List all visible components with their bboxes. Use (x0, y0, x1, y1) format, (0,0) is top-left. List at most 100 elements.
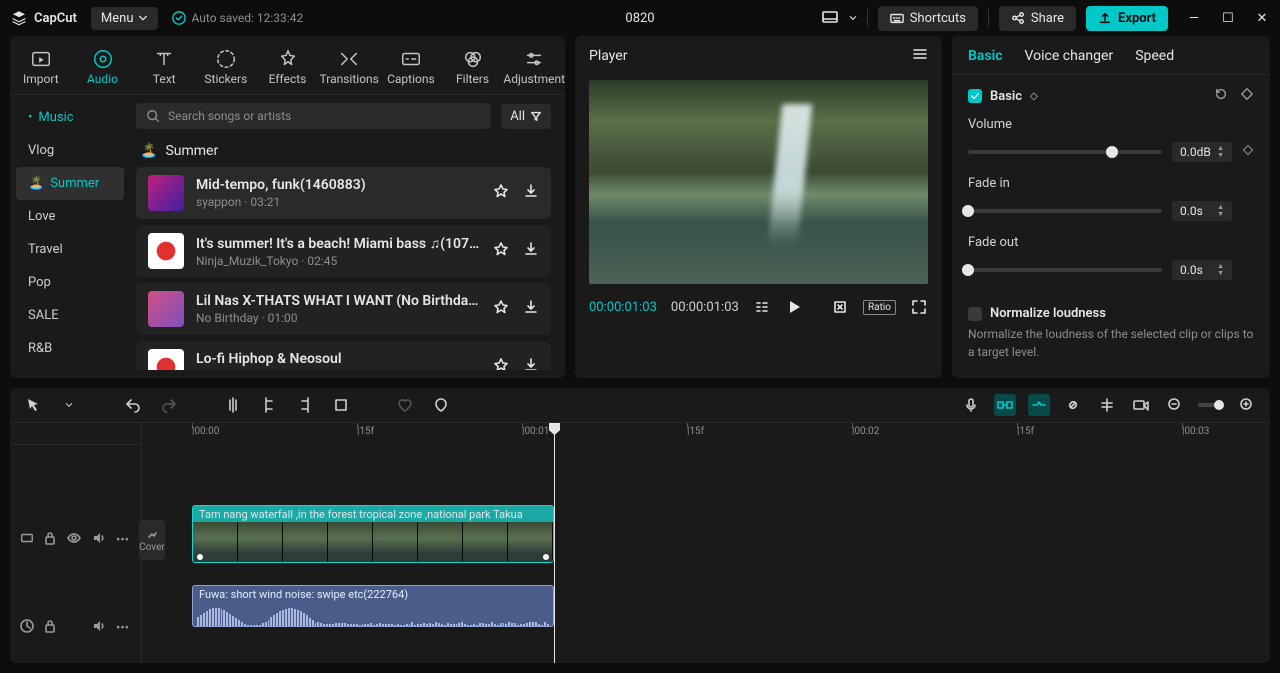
sidebar-item-rnb[interactable]: R&B (16, 332, 124, 365)
tab-audio[interactable]: Audio (72, 44, 134, 94)
redo-button[interactable] (158, 394, 180, 416)
favorite-icon[interactable] (493, 357, 509, 370)
zoom-slider[interactable] (1198, 403, 1224, 407)
crop-tool[interactable] (330, 394, 352, 416)
filter-all-button[interactable]: All (501, 104, 551, 129)
track-row[interactable]: Mid-tempo, funk(1460883)syappon · 03:21 (136, 167, 551, 219)
tab-stickers[interactable]: Stickers (195, 44, 257, 94)
inspector-tab-basic[interactable]: Basic (968, 48, 1003, 64)
track-row[interactable]: It's summer! It's a beach! Miami bass ♫(… (136, 225, 551, 277)
category-sidebar: •Music Vlog 🏝️Summer Love Travel Pop SAL… (10, 95, 130, 378)
trim-right-tool[interactable] (294, 394, 316, 416)
pointer-tool[interactable] (22, 394, 44, 416)
shortcuts-button[interactable]: Shortcuts (878, 6, 978, 31)
volume-keyframe-icon[interactable] (1242, 144, 1254, 160)
favorite-icon[interactable] (493, 299, 509, 319)
download-icon[interactable] (523, 183, 539, 203)
zoom-in-icon[interactable] (1236, 394, 1258, 416)
sidebar-item-summer[interactable]: 🏝️Summer (16, 167, 124, 200)
crop-icon[interactable] (831, 298, 849, 316)
sidebar-item-pop[interactable]: Pop (16, 266, 124, 299)
tab-import[interactable]: Import (10, 44, 72, 94)
timeline-ruler[interactable]: |00:00|15f|00:01|15f|00:02|15f|00:03 (142, 423, 1270, 445)
player-menu-icon[interactable] (912, 46, 928, 66)
inspector-tab-voice[interactable]: Voice changer (1025, 48, 1114, 64)
more-icon[interactable]: ••• (116, 533, 129, 548)
tab-captions[interactable]: Captions (380, 44, 442, 94)
chevron-down-icon[interactable] (849, 14, 857, 22)
fullscreen-icon[interactable] (910, 298, 928, 316)
search-input[interactable]: Search songs or artists (136, 103, 491, 129)
tab-text[interactable]: Text (133, 44, 195, 94)
minimize-button[interactable]: — (1186, 11, 1202, 26)
favorite-icon[interactable] (493, 183, 509, 203)
download-icon[interactable] (523, 299, 539, 319)
trim-left-tool[interactable] (258, 394, 280, 416)
tab-effects[interactable]: Effects (257, 44, 319, 94)
mute-icon[interactable] (92, 531, 106, 549)
lock-icon[interactable] (44, 531, 56, 549)
sidebar-item-sale[interactable]: SALE (16, 299, 124, 332)
sidebar-item-travel[interactable]: Travel (16, 233, 124, 266)
basic-checkbox[interactable] (968, 89, 982, 103)
preview-render-icon[interactable] (1130, 394, 1152, 416)
reset-icon[interactable] (1214, 87, 1228, 105)
maximize-button[interactable]: ☐ (1220, 11, 1236, 26)
magnet-track-icon[interactable] (1028, 394, 1050, 416)
lock-icon[interactable] (44, 619, 56, 637)
tab-adjustment[interactable]: Adjustment (503, 44, 565, 94)
marker-tool[interactable] (430, 394, 452, 416)
align-icon[interactable] (1096, 394, 1118, 416)
track-settings-icon[interactable] (20, 531, 34, 549)
fadeout-value[interactable]: 0.0s▲▼ (1172, 260, 1232, 280)
volume-slider[interactable] (968, 150, 1162, 154)
export-button[interactable]: Export (1086, 6, 1168, 31)
fadeout-slider[interactable] (968, 268, 1162, 272)
close-button[interactable]: ✕ (1254, 11, 1270, 26)
tab-transitions[interactable]: Transitions (318, 44, 380, 94)
magnet-main-icon[interactable] (994, 394, 1016, 416)
eye-icon[interactable] (66, 532, 82, 548)
track-row[interactable]: Lil Nas X-THATS WHAT I WANT (No Birthday… (136, 283, 551, 335)
timecode-total: 00:00:01:03 (671, 300, 739, 315)
mic-icon[interactable] (960, 394, 982, 416)
track-row[interactable]: Lo-fi Hiphop & Neosoulandoriki · 02:21 (136, 341, 551, 370)
fadeout-label: Fade out (968, 235, 1254, 250)
audio-type-icon[interactable] (20, 619, 34, 637)
split-tool[interactable] (222, 394, 244, 416)
layout-icon[interactable] (821, 9, 839, 27)
play-button[interactable] (785, 298, 803, 316)
pointer-menu-icon[interactable] (58, 394, 80, 416)
keyframe-icon[interactable] (1240, 87, 1254, 105)
tab-filters[interactable]: Filters (442, 44, 504, 94)
inspector-tab-speed[interactable]: Speed (1135, 48, 1174, 64)
undo-button[interactable] (122, 394, 144, 416)
ratio-button[interactable]: Ratio (863, 300, 896, 315)
fadein-value[interactable]: 0.0s▲▼ (1172, 201, 1232, 221)
video-preview[interactable] (589, 80, 928, 284)
normalize-checkbox[interactable] (968, 307, 982, 321)
more-icon[interactable]: ••• (116, 621, 129, 636)
list-icon[interactable] (753, 298, 771, 316)
zoom-out-icon[interactable] (1164, 394, 1186, 416)
volume-value[interactable]: 0.0dB▲▼ (1172, 142, 1232, 162)
fadein-label: Fade in (968, 176, 1254, 191)
download-icon[interactable] (523, 241, 539, 261)
sidebar-item-love[interactable]: Love (16, 200, 124, 233)
playhead[interactable] (554, 423, 555, 663)
fadein-slider[interactable] (968, 209, 1162, 213)
favorite-icon[interactable] (493, 241, 509, 261)
inspector-section-basic: Basic ◇ (968, 87, 1254, 105)
audio-clip[interactable]: Fuwa: short wind noise: swipe etc(222764… (192, 585, 554, 627)
mute-icon[interactable] (92, 619, 106, 637)
track-title: Mid-tempo, funk(1460883) (196, 177, 481, 193)
favorite-tool[interactable] (394, 394, 416, 416)
link-icon[interactable] (1062, 394, 1084, 416)
sidebar-item-vlog[interactable]: Vlog (16, 134, 124, 167)
sidebar-item-music[interactable]: •Music (16, 101, 124, 134)
track-meta: No Birthday · 01:00 (196, 311, 481, 325)
share-button[interactable]: Share (999, 6, 1076, 31)
video-clip[interactable]: Tam nang waterfall ,in the forest tropic… (192, 505, 554, 563)
menu-button[interactable]: Menu (91, 7, 158, 30)
download-icon[interactable] (523, 357, 539, 370)
